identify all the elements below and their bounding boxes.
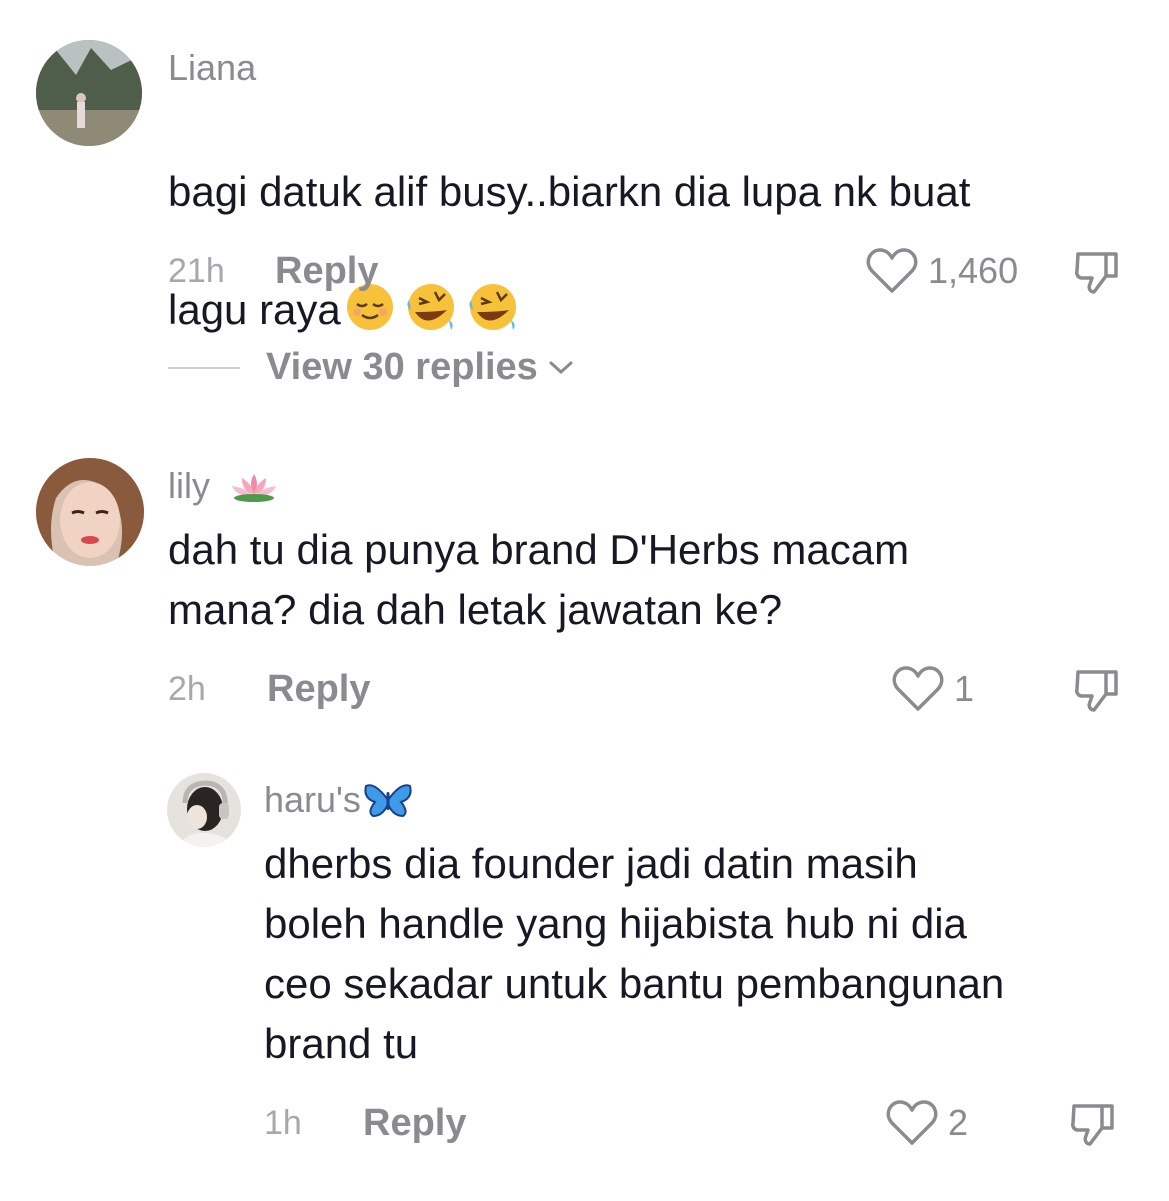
comment-username[interactable]: Liana bbox=[168, 50, 256, 86]
heart-icon bbox=[866, 248, 918, 293]
comment-username-row: lily bbox=[168, 468, 278, 508]
like-count: 1 bbox=[954, 668, 975, 709]
rolling-on-floor-laughing-icon bbox=[467, 222, 519, 348]
comment-username[interactable]: haru's bbox=[264, 779, 361, 820]
like-count: 1,460 bbox=[928, 250, 1019, 291]
comment-username[interactable]: lily bbox=[168, 465, 210, 506]
comment-text: bagi datuk alif busy..biarkn dia lupa nk… bbox=[168, 102, 1128, 348]
comment-liana: Liana bagi datuk alif busy..biarkn dia l… bbox=[0, 0, 1169, 420]
like-count: 2 bbox=[948, 1102, 969, 1143]
thumbs-down-icon bbox=[1071, 1104, 1114, 1146]
comment-time: 21h bbox=[168, 252, 225, 290]
like-button[interactable]: 1 bbox=[892, 666, 974, 712]
comment-lily: lily dah tu dia punya brand D'Herbs maca… bbox=[0, 420, 1169, 740]
comment-text: dah tu dia punya brand D'Herbs macam man… bbox=[168, 526, 910, 633]
heart-icon bbox=[886, 1100, 938, 1145]
lotus-icon bbox=[230, 470, 278, 508]
view-replies-label: View 30 replies bbox=[266, 346, 538, 388]
dislike-button[interactable] bbox=[1068, 1098, 1120, 1150]
like-button[interactable]: 2 bbox=[886, 1100, 968, 1146]
thumbs-down-icon bbox=[1075, 670, 1118, 712]
heart-icon bbox=[892, 666, 944, 711]
comment-username-row: haru's bbox=[264, 782, 413, 824]
reply-comment-haru: haru's dherbs dia founder jadi datin mas… bbox=[0, 740, 1169, 1201]
avatar[interactable] bbox=[36, 458, 144, 566]
avatar[interactable] bbox=[167, 773, 241, 847]
comment-text: dherbs dia founder jadi datin masih bole… bbox=[264, 840, 1005, 1067]
dislike-button[interactable] bbox=[1072, 246, 1124, 298]
rolling-on-floor-laughing-icon bbox=[405, 222, 457, 348]
comment-time: 2h bbox=[168, 670, 206, 708]
like-button[interactable]: 1,460 bbox=[866, 248, 1018, 294]
comment-time: 1h bbox=[264, 1104, 302, 1142]
reply-button[interactable]: Reply bbox=[267, 670, 370, 708]
reply-button[interactable]: Reply bbox=[275, 252, 378, 290]
view-replies-button[interactable]: View 30 replies bbox=[168, 346, 576, 389]
dislike-button[interactable] bbox=[1072, 664, 1124, 716]
chevron-down-icon bbox=[549, 361, 573, 374]
reply-button[interactable]: Reply bbox=[363, 1104, 466, 1142]
blue-butterfly-icon bbox=[363, 782, 413, 824]
divider bbox=[168, 366, 240, 369]
avatar[interactable] bbox=[36, 40, 142, 146]
thumbs-down-icon bbox=[1075, 252, 1118, 294]
